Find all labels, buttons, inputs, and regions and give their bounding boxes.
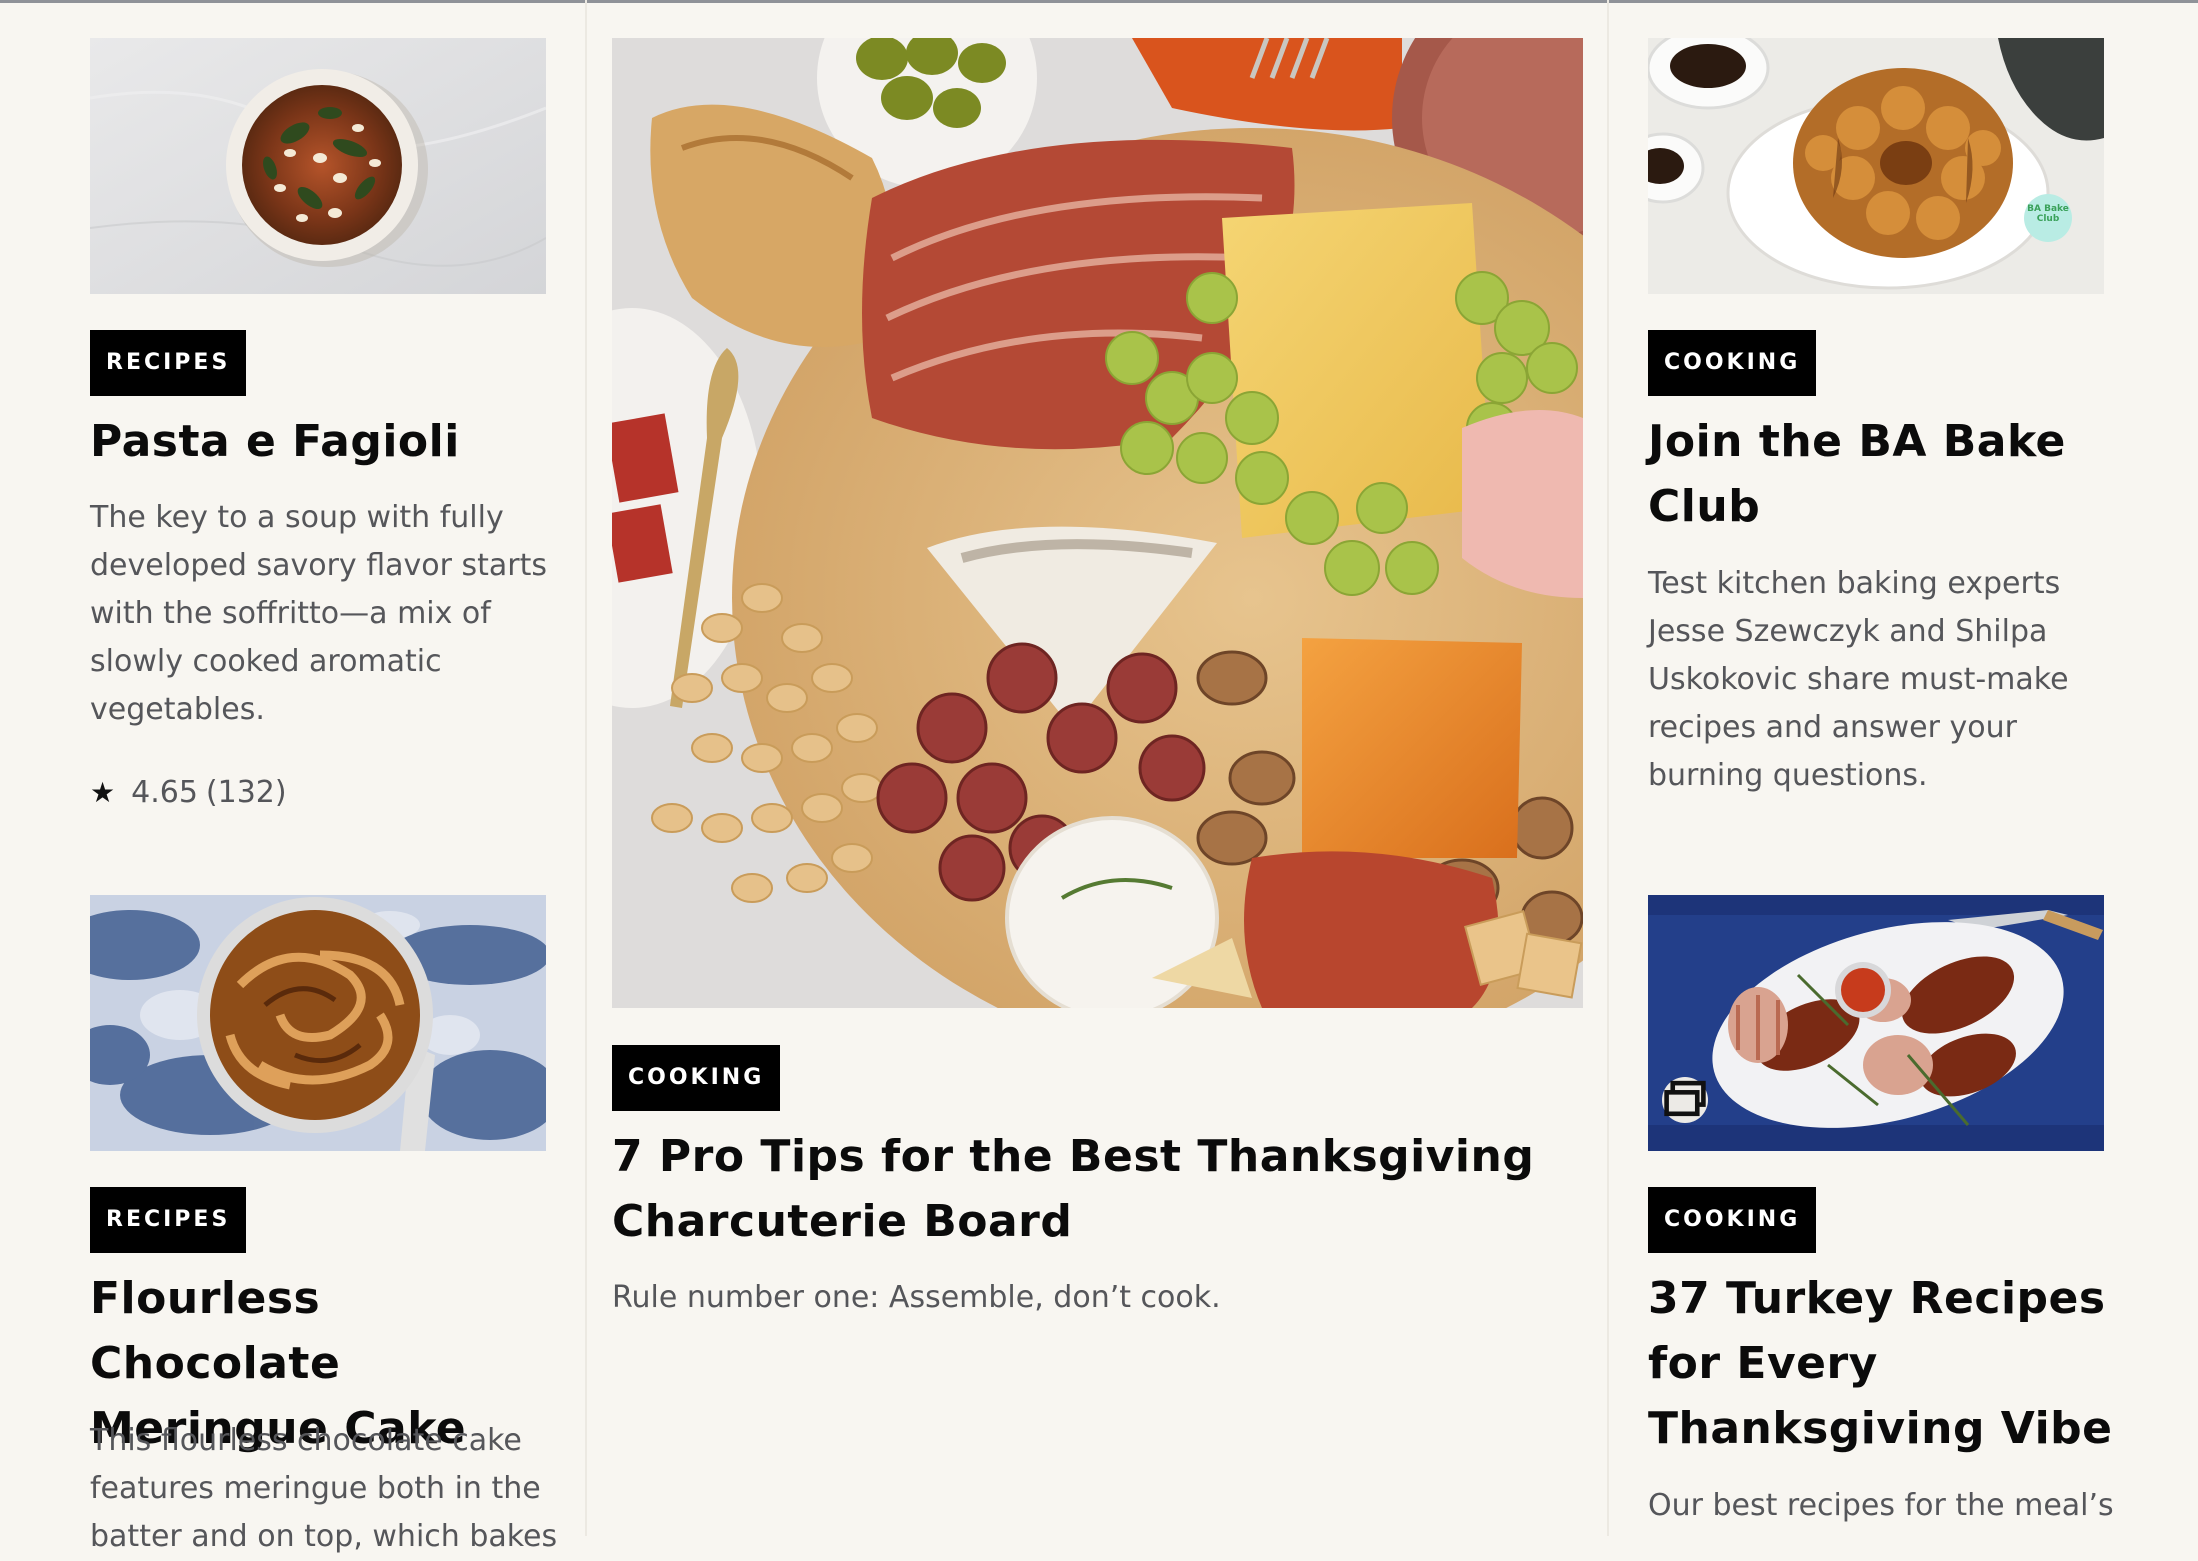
article-title[interactable]: 7 Pro Tips for the Best Thanksgiving Cha… [612,1124,1552,1254]
turkey-recipes-image[interactable] [1648,895,2104,1151]
dek-line: burning questions. [1648,758,1928,793]
recipe-rating: ★ 4.65 (132) [90,775,287,810]
monkey-bread-photo [1648,38,2104,294]
article-title[interactable]: Pasta e Fagioli [90,409,460,474]
charcuterie-board-image[interactable] [612,38,1583,1008]
dek-line: recipes and answer your [1648,710,2017,745]
article-title[interactable]: Join the BA Bake Club [1648,409,2128,539]
gallery-glyph [1664,1080,1706,1117]
charcuterie-board-photo [612,38,1583,1008]
title-line: 7 Pro Tips for the Best Thanksgiving [612,1131,1535,1182]
ba-bake-club-image[interactable]: BA Bake Club [1648,38,2104,294]
dek-line: Test kitchen baking experts [1648,566,2061,601]
top-border [0,0,2198,3]
dek-line: with the soffritto—a mix of [90,596,491,631]
category-badge[interactable]: RECIPES [90,1187,247,1253]
title-line: Join the BA Bake [1648,416,2066,467]
dek-line: Uskokovic share must-make [1648,662,2069,697]
article-title[interactable]: 37 Turkey Recipes for Every Thanksgiving… [1648,1266,2128,1461]
gallery-icon [1662,1077,1708,1123]
dek-line: slowly cooked aromatic [90,644,442,679]
chocolate-cake-image[interactable] [90,895,546,1151]
chocolate-cake-photo [90,895,546,1151]
column-divider-left [585,0,587,1536]
dek-line: The key to a soup with fully [90,500,504,535]
pasta-soup-photo [90,38,546,294]
category-badge[interactable]: COOKING [612,1045,781,1111]
dek-line: Jesse Szewczyk and Shilpa [1648,614,2048,649]
dek-line: developed savory flavor starts [90,548,547,583]
title-line: Charcuterie Board [612,1196,1073,1247]
column-divider-right [1607,0,1609,1536]
category-badge[interactable]: COOKING [1648,330,1817,396]
rating-count: (132) [205,775,287,810]
dek-line: vegetables. [90,692,265,727]
rating-value: 4.65 [131,775,198,810]
category-badge[interactable]: COOKING [1648,1187,1817,1253]
title-line: for Every [1648,1338,1878,1389]
title-line: Club [1648,481,1761,532]
article-dek: Rule number one: Assemble, don’t cook. [612,1280,1221,1315]
star-icon: ★ [90,775,116,809]
article-dek: Test kitchen baking experts Jesse Szewcz… [1648,560,2128,800]
article-dek: This flourless chocolate cake features m… [90,1417,570,1561]
dek-line: batter and on top, which bakes [90,1519,558,1554]
title-line: 37 Turkey Recipes [1648,1273,2106,1324]
turkey-platter-photo [1648,895,2104,1151]
article-dek: Our best recipes for the meal’s [1648,1482,2128,1530]
title-line: Flourless Chocolate [90,1273,341,1389]
pasta-e-fagioli-image[interactable] [90,38,546,294]
dek-line: features meringue both in the [90,1471,541,1506]
dek-line: Our best recipes for the meal’s [1648,1488,2114,1523]
dek-line: This flourless chocolate cake [90,1423,522,1458]
article-dek: The key to a soup with fully developed s… [90,494,560,734]
ba-bake-club-logo: BA Bake Club [2027,204,2069,224]
title-line: Thanksgiving Vibe [1648,1403,2113,1454]
category-badge[interactable]: RECIPES [90,330,247,396]
